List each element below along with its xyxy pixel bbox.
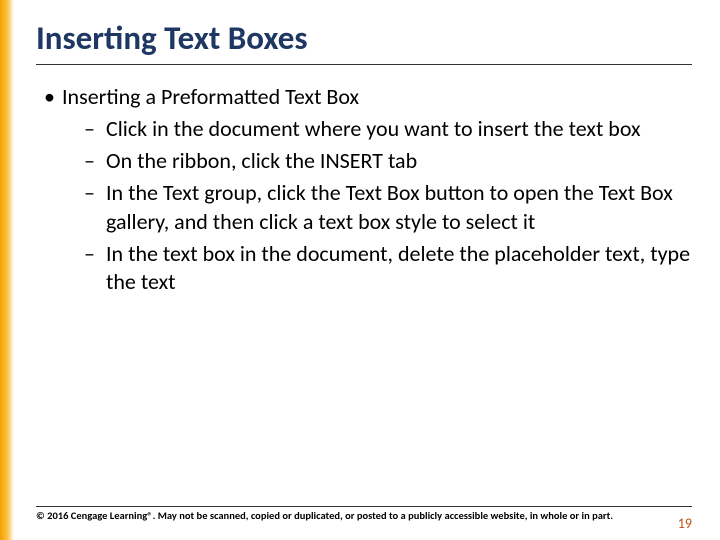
left-accent-bar [0,0,14,540]
footer-rule [36,506,692,507]
slide-title: Inserting Text Boxes [36,18,692,58]
bullet-level2: In the text box in the document, delete … [36,240,692,296]
footer: © 2016 Cengage Learning®. May not be sca… [36,506,692,532]
content-area: Inserting a Preformatted Text Box Click … [36,83,692,296]
bullet-level2: On the ribbon, click the INSERT tab [36,147,692,175]
bullet-level2: In the Text group, click the Text Box bu… [36,179,692,235]
title-underline [36,64,692,65]
bullet-level2: Click in the document where you want to … [36,115,692,143]
footer-row: © 2016 Cengage Learning®. May not be sca… [36,509,692,532]
slide-body: Inserting Text Boxes Inserting a Preform… [14,0,720,540]
bullet-level1: Inserting a Preformatted Text Box [36,83,692,111]
page-number: 19 [678,509,692,532]
copyright-text: © 2016 Cengage Learning®. May not be sca… [36,509,613,522]
